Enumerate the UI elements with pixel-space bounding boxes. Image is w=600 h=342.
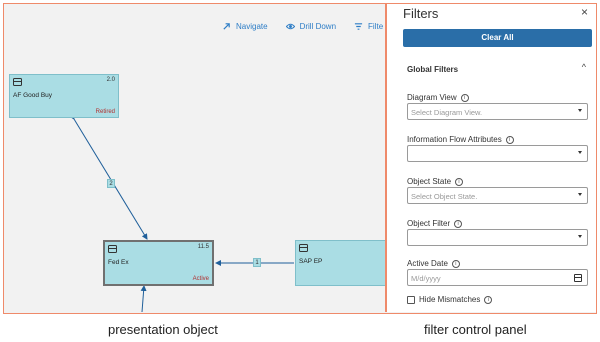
node-fed-ex[interactable]: 11.5 Fed Ex Active	[103, 240, 214, 286]
calendar-icon[interactable]	[574, 274, 582, 282]
hide-mismatches-checkbox[interactable]	[407, 295, 415, 304]
active-date-placeholder: M/d/yyyy	[411, 274, 441, 283]
clear-all-button[interactable]: Clear All	[403, 29, 592, 47]
chevron-up-icon[interactable]: ^	[582, 62, 586, 72]
object-filter-label: Object Filter i	[407, 219, 463, 228]
info-icon[interactable]: i	[454, 219, 463, 228]
close-icon[interactable]: ×	[581, 5, 588, 19]
caption-presentation-object: presentation object	[108, 322, 218, 337]
global-filters-heading: Global Filters	[407, 65, 459, 74]
diagram-view-label: Diagram View i	[407, 93, 469, 102]
object-state-label: Object State i	[407, 177, 464, 186]
caret-down-icon	[578, 193, 582, 196]
caption-filter-control-panel: filter control panel	[424, 322, 527, 337]
panel-title: Filters	[403, 6, 439, 21]
info-flow-label: Information Flow Attributes i	[407, 135, 514, 144]
node-status: Retired	[95, 109, 115, 115]
diagram-view-placeholder: Select Diagram View.	[411, 108, 483, 117]
info-icon[interactable]: i	[451, 259, 460, 268]
info-icon[interactable]: i	[455, 177, 464, 186]
object-filter-select[interactable]	[407, 229, 588, 246]
node-af-good-buy[interactable]: 2.0 AF Good Buy Retired	[9, 74, 119, 118]
node-status: Active	[192, 276, 209, 282]
active-date-input[interactable]: M/d/yyyy	[407, 269, 588, 286]
app-frame: Navigate Drill Down Filte 2 1 2.0 AF Goo…	[3, 3, 597, 314]
node-version: 11.5	[197, 244, 209, 250]
filter-panel: Filters × Clear All Global Filters ^ Dia…	[387, 4, 596, 312]
edge-label: 1	[253, 258, 261, 267]
hide-mismatches-row: Hide Mismatches i	[407, 295, 493, 304]
caret-down-icon	[578, 109, 582, 112]
diagram-view-select[interactable]: Select Diagram View.	[407, 103, 588, 120]
diagram-canvas[interactable]: Navigate Drill Down Filte 2 1 2.0 AF Goo…	[4, 4, 386, 312]
application-icon	[13, 78, 22, 86]
object-state-select[interactable]: Select Object State.	[407, 187, 588, 204]
object-state-placeholder: Select Object State.	[411, 192, 478, 201]
edge-label: 2	[107, 179, 115, 188]
node-name: Fed Ex	[108, 259, 129, 266]
caret-down-icon	[578, 151, 582, 154]
node-version: 2.0	[106, 77, 115, 83]
node-name: AF Good Buy	[13, 92, 53, 99]
info-icon[interactable]: i	[505, 135, 514, 144]
active-date-label: Active Date i	[407, 259, 460, 268]
application-icon	[299, 244, 308, 252]
caret-down-icon	[578, 235, 582, 238]
info-icon[interactable]: i	[460, 93, 469, 102]
node-sap-ep[interactable]: SAP EP	[295, 240, 386, 286]
hide-mismatches-label: Hide Mismatches	[419, 295, 481, 304]
node-name: SAP EP	[299, 258, 323, 265]
info-flow-select[interactable]	[407, 145, 588, 162]
application-icon	[108, 245, 117, 253]
info-icon[interactable]: i	[484, 295, 493, 304]
edge-fedex-down[interactable]	[140, 285, 147, 312]
